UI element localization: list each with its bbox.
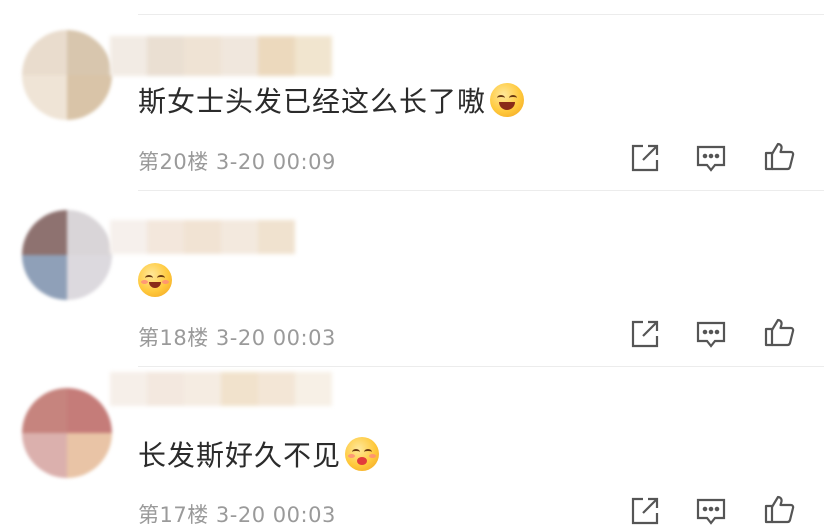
comment-text bbox=[138, 260, 172, 300]
avatar[interactable] bbox=[22, 210, 112, 300]
avatar-pixel bbox=[22, 433, 67, 478]
avatar-pixel bbox=[22, 210, 67, 255]
floor-number: 第17楼 bbox=[138, 503, 209, 527]
share-icon[interactable] bbox=[628, 494, 662, 528]
comment-body: 长发斯好久不见 bbox=[138, 439, 342, 472]
avatar-pixel bbox=[22, 388, 67, 433]
comment-text: 长发斯好久不见 bbox=[138, 434, 380, 474]
comment-time: 00:03 bbox=[272, 326, 336, 350]
comment-icon[interactable] bbox=[694, 494, 728, 528]
comment-icon[interactable] bbox=[694, 317, 728, 351]
comment-body: 斯女士头发已经这么长了嗷 bbox=[138, 85, 487, 118]
comment-text: 斯女士头发已经这么长了嗷 bbox=[138, 80, 525, 120]
comment-item: 斯女士头发已经这么长了嗷 第20楼 3-20 00:09 bbox=[0, 0, 824, 190]
avatar-pixel bbox=[22, 255, 67, 300]
comment-item: 第18楼 3-20 00:03 bbox=[0, 190, 824, 366]
comment-meta: 第18楼 3-20 00:03 bbox=[138, 322, 336, 352]
username-blurred[interactable] bbox=[110, 372, 332, 406]
avatar[interactable] bbox=[22, 30, 112, 120]
avatar-pixel bbox=[67, 75, 112, 120]
avatar-pixel bbox=[67, 388, 112, 433]
comment-date: 3-20 bbox=[215, 150, 266, 174]
avatar-pixel bbox=[22, 75, 67, 120]
like-icon[interactable] bbox=[762, 315, 796, 349]
like-icon[interactable] bbox=[762, 492, 796, 526]
comment-time: 00:09 bbox=[272, 150, 336, 174]
like-icon[interactable] bbox=[762, 139, 796, 173]
comment-icon[interactable] bbox=[694, 141, 728, 175]
hugging-emoji bbox=[138, 263, 172, 297]
floor-number: 第20楼 bbox=[138, 150, 209, 174]
comment-item: 长发斯好久不见 第17楼 3-20 00:03 bbox=[0, 366, 824, 528]
avatar-pixel bbox=[67, 433, 112, 478]
comment-meta: 第20楼 3-20 00:09 bbox=[138, 146, 336, 176]
comment-time: 00:03 bbox=[272, 503, 336, 527]
share-icon[interactable] bbox=[628, 317, 662, 351]
comment-date: 3-20 bbox=[215, 326, 266, 350]
avatar-pixel bbox=[67, 30, 112, 75]
comment-date: 3-20 bbox=[215, 503, 266, 527]
share-icon[interactable] bbox=[628, 141, 662, 175]
avatar[interactable] bbox=[22, 388, 112, 478]
avatar-pixel bbox=[67, 210, 112, 255]
grinning-sweat-emoji bbox=[490, 83, 525, 117]
avatar-pixel bbox=[22, 30, 67, 75]
avatar-pixel bbox=[67, 255, 112, 300]
username-blurred[interactable] bbox=[110, 220, 295, 254]
username-blurred[interactable] bbox=[110, 36, 332, 76]
floor-number: 第18楼 bbox=[138, 326, 209, 350]
blowing-kiss-emoji bbox=[345, 437, 380, 471]
